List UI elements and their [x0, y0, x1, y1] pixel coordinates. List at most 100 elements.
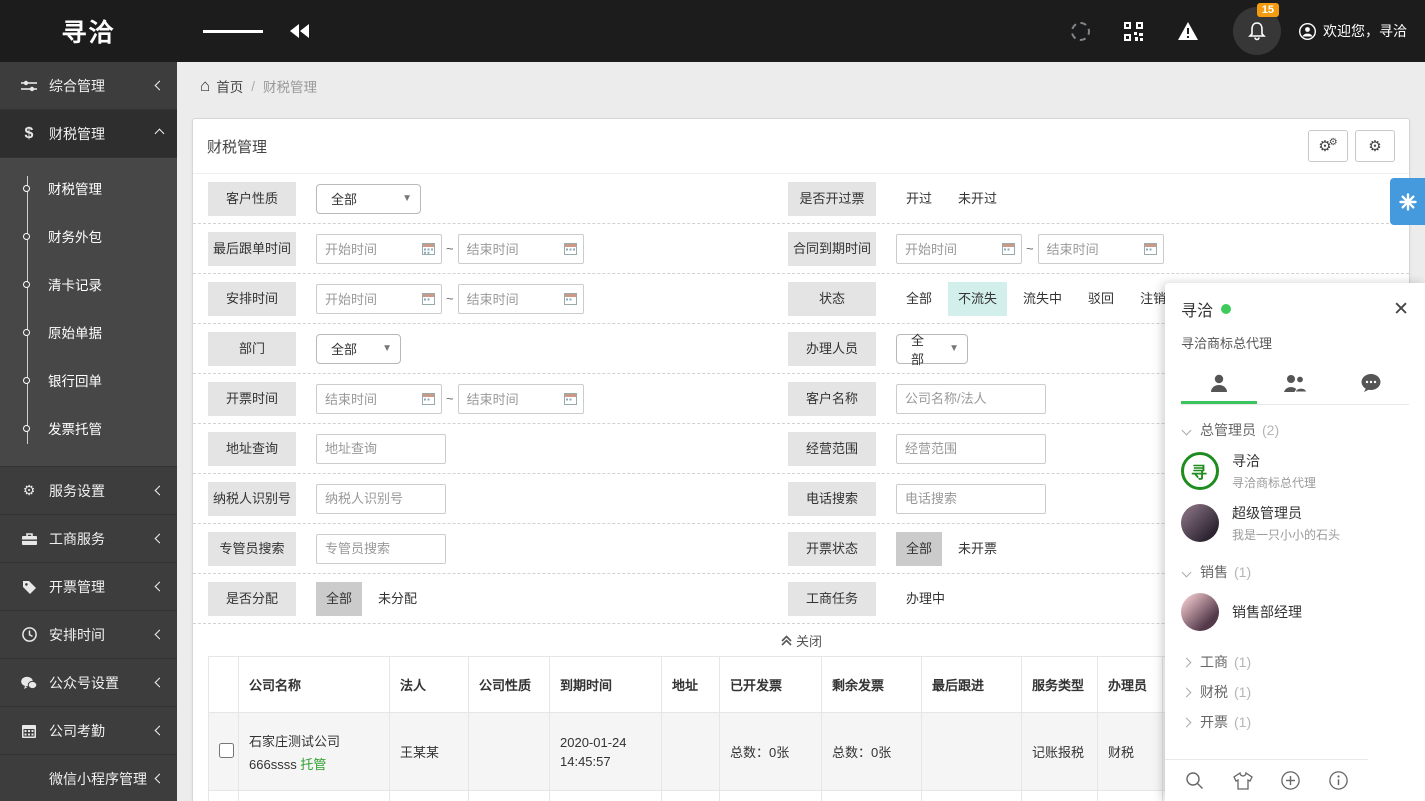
calendar-icon [564, 243, 577, 255]
calendar-icon [422, 293, 435, 305]
contact-xunqia[interactable]: 寻 寻洽寻洽商标总代理 [1181, 445, 1409, 497]
business-scope-input[interactable] [896, 434, 1046, 464]
sidebar-item-invoicing[interactable]: 开票管理 [0, 563, 177, 611]
follow-end-date-input[interactable]: 结束时间 [458, 234, 584, 264]
group-sales[interactable]: 销售 (1) [1181, 557, 1409, 587]
contract-end-date-input[interactable]: 结束时间 [1038, 234, 1164, 264]
group-invoicing[interactable]: 开票 (1) [1181, 707, 1409, 737]
calendar-icon [564, 293, 577, 305]
service-type-cell: 记账报税 [1022, 713, 1098, 791]
tilde-separator: ~ [446, 241, 454, 256]
status-option-all[interactable]: 全部 [896, 282, 942, 316]
customer-nature-select[interactable]: 全部▼ [316, 184, 421, 214]
breadcrumb-home[interactable]: 首页 [216, 76, 243, 96]
plus-circle-icon[interactable] [1281, 771, 1300, 790]
group-count: (1) [1234, 684, 1251, 700]
warning-icon[interactable] [1177, 21, 1199, 41]
tab-messages[interactable] [1333, 364, 1409, 404]
group-admins[interactable]: 总管理员 (2) [1181, 415, 1409, 445]
taxpayer-id-input[interactable] [316, 484, 446, 514]
invoice-status-option-all[interactable]: 全部 [896, 532, 942, 566]
submenu-item-bank-receipts[interactable]: 银行回单 [0, 356, 177, 404]
panel-title: 财税管理 [207, 136, 267, 157]
contract-start-date-input[interactable]: 开始时间 [896, 234, 1022, 264]
filter-label-invoice-time: 开票时间 [208, 382, 296, 416]
col-legal-person: 法人 [390, 657, 469, 713]
submenu-item-finance-tax[interactable]: 财税管理 [0, 164, 177, 212]
col-company-nature: 公司性质 [469, 657, 550, 713]
chat-subtitle: 寻洽商标总代理 [1181, 333, 1409, 352]
option-invoiced-yes[interactable]: 开过 [896, 182, 942, 216]
sidebar-toggle-icon[interactable] [203, 28, 263, 35]
submenu-item-original-documents[interactable]: 原始单据 [0, 308, 177, 356]
group-finance[interactable]: 财税 (1) [1181, 677, 1409, 707]
filter-label-invoiced-before: 是否开过票 [788, 182, 876, 216]
sidebar-item-general[interactable]: 综合管理 [0, 62, 177, 110]
sidebar-item-business-services[interactable]: 工商服务 [0, 515, 177, 563]
asterisk-icon [1399, 193, 1417, 211]
submenu-item-card-clearing[interactable]: 清卡记录 [0, 260, 177, 308]
sidebar-item-service-settings[interactable]: ⚙ 服务设置 [0, 467, 177, 515]
invoiced-cell: 总数：0张 [720, 713, 822, 791]
business-task-option-processing[interactable]: 办理中 [896, 582, 955, 616]
sidebar-item-schedule[interactable]: 安排时间 [0, 611, 177, 659]
chevron-left-icon [155, 774, 165, 784]
filter-label-status: 状态 [788, 282, 876, 316]
welcome-user[interactable]: 欢迎您，寻洽 [1299, 21, 1407, 41]
row-checkbox[interactable] [219, 743, 234, 758]
sidebar-item-attendance[interactable]: 公司考勤 [0, 707, 177, 755]
phone-search-input[interactable] [896, 484, 1046, 514]
tab-contacts[interactable] [1181, 364, 1257, 404]
address-search-input[interactable] [316, 434, 446, 464]
shirt-icon[interactable] [1233, 772, 1253, 790]
chat-title: 寻洽 [1181, 297, 1213, 321]
status-option-rejected[interactable]: 驳回 [1078, 282, 1124, 316]
hosting-tag: 托管 [300, 757, 326, 772]
contact-super-admin[interactable]: 超级管理员我是一只小小的石头 [1181, 497, 1409, 549]
collapse-rewind-icon[interactable] [289, 24, 309, 38]
info-circle-icon[interactable] [1329, 771, 1348, 790]
close-icon[interactable]: ✕ [1393, 300, 1409, 319]
calendar-icon [1002, 243, 1015, 255]
group-business[interactable]: 工商 (1) [1181, 647, 1409, 677]
chevron-left-icon [155, 81, 165, 91]
qr-code-icon[interactable] [1124, 22, 1143, 41]
home-icon[interactable]: ⌂ [200, 76, 210, 96]
submenu-item-invoice-hosting[interactable]: 发票托管 [0, 404, 177, 452]
assigned-option-all[interactable]: 全部 [316, 582, 362, 616]
invoice-start-date-input[interactable]: 结束时间 [316, 384, 442, 414]
handler-select[interactable]: 全部▼ [896, 334, 968, 364]
supervisor-search-input[interactable] [316, 534, 446, 564]
filter-label-assigned: 是否分配 [208, 582, 296, 616]
bell-icon [1247, 21, 1267, 41]
gear-button[interactable]: ⚙ [1355, 130, 1395, 162]
status-option-losing[interactable]: 流失中 [1013, 282, 1072, 316]
department-select[interactable]: 全部▼ [316, 334, 401, 364]
sidebar-item-finance-tax[interactable]: $ 财税管理 [0, 110, 177, 158]
schedule-start-date-input[interactable]: 开始时间 [316, 284, 442, 314]
search-icon[interactable] [1185, 771, 1204, 790]
briefcase-icon [18, 532, 40, 546]
invoice-end-date-input[interactable]: 结束时间 [458, 384, 584, 414]
status-option-not-lost[interactable]: 不流失 [948, 282, 1007, 316]
cogs-button[interactable]: ⚙⚙ [1308, 130, 1348, 162]
invoice-status-option-not-invoiced[interactable]: 未开票 [948, 532, 1007, 566]
contact-sales-manager[interactable]: 销售部经理 [1181, 587, 1409, 637]
notifications-button[interactable]: 15 [1233, 7, 1281, 55]
option-invoiced-no[interactable]: 未开过 [948, 182, 1007, 216]
follow-start-date-input[interactable]: 开始时间 [316, 234, 442, 264]
assigned-option-unassigned[interactable]: 未分配 [368, 582, 427, 616]
cogs-icon: ⚙ [1329, 137, 1338, 148]
customer-name-input[interactable] [896, 384, 1046, 414]
tab-groups[interactable] [1257, 364, 1333, 404]
filter-label-last-follow-time: 最后跟单时间 [208, 232, 296, 266]
filter-label-schedule-time: 安排时间 [208, 282, 296, 316]
sidebar-item-official-account[interactable]: 公众号设置 [0, 659, 177, 707]
schedule-end-date-input[interactable]: 结束时间 [458, 284, 584, 314]
sidebar-item-miniprogram[interactable]: 微信小程序管理 [0, 755, 177, 801]
app-logo[interactable]: 寻洽 [0, 13, 177, 49]
breadcrumb-current: 财税管理 [263, 76, 317, 96]
quick-settings-float-button[interactable] [1390, 178, 1425, 225]
avatar: 寻 [1181, 452, 1219, 490]
submenu-item-finance-outsourcing[interactable]: 财务外包 [0, 212, 177, 260]
